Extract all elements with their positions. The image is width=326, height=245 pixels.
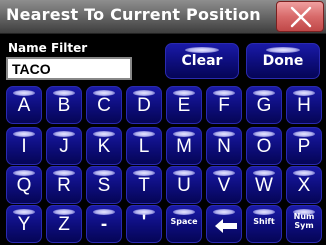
key-p[interactable]: P xyxy=(286,127,322,165)
backspace-arrow-icon xyxy=(215,219,237,233)
key-y[interactable]: Y xyxy=(6,205,42,243)
key-i[interactable]: I xyxy=(6,127,42,165)
key-a[interactable]: A xyxy=(6,86,42,124)
key-apostrophe[interactable]: ' xyxy=(126,205,162,243)
key-f[interactable]: F xyxy=(206,86,242,124)
name-filter-input[interactable]: TACO xyxy=(6,57,132,80)
key-z[interactable]: Z xyxy=(46,205,82,243)
key-w[interactable]: W xyxy=(246,166,282,204)
done-button[interactable]: Done xyxy=(246,43,320,79)
close-icon xyxy=(290,6,312,28)
key-r[interactable]: R xyxy=(46,166,82,204)
key-v[interactable]: V xyxy=(206,166,242,204)
key-k[interactable]: K xyxy=(86,127,122,165)
key-num-sym[interactable]: Num Sym xyxy=(286,205,322,243)
key-e[interactable]: E xyxy=(166,86,202,124)
key-c[interactable]: C xyxy=(86,86,122,124)
key-u[interactable]: U xyxy=(166,166,202,204)
key-dash[interactable]: - xyxy=(86,205,122,243)
key-h[interactable]: H xyxy=(286,86,322,124)
window-title: Nearest To Current Position xyxy=(6,5,261,24)
key-g[interactable]: G xyxy=(246,86,282,124)
key-o[interactable]: O xyxy=(246,127,282,165)
name-filter-label: Name Filter xyxy=(8,41,88,55)
key-n[interactable]: N xyxy=(206,127,242,165)
key-s[interactable]: S xyxy=(86,166,122,204)
key-j[interactable]: J xyxy=(46,127,82,165)
key-shift[interactable]: Shift xyxy=(246,205,282,243)
key-b[interactable]: B xyxy=(46,86,82,124)
key-t[interactable]: T xyxy=(126,166,162,204)
key-d[interactable]: D xyxy=(126,86,162,124)
key-x[interactable]: X xyxy=(286,166,322,204)
num-sym-line1: Num xyxy=(293,212,315,221)
key-l[interactable]: L xyxy=(126,127,162,165)
key-m[interactable]: M xyxy=(166,127,202,165)
title-bar: Nearest To Current Position xyxy=(0,0,326,34)
key-space[interactable]: Space xyxy=(166,205,202,243)
clear-button[interactable]: Clear xyxy=(165,43,239,79)
num-sym-line2: Sym xyxy=(294,221,314,230)
key-backspace[interactable] xyxy=(206,205,242,243)
key-q[interactable]: Q xyxy=(6,166,42,204)
close-button[interactable] xyxy=(276,1,324,32)
